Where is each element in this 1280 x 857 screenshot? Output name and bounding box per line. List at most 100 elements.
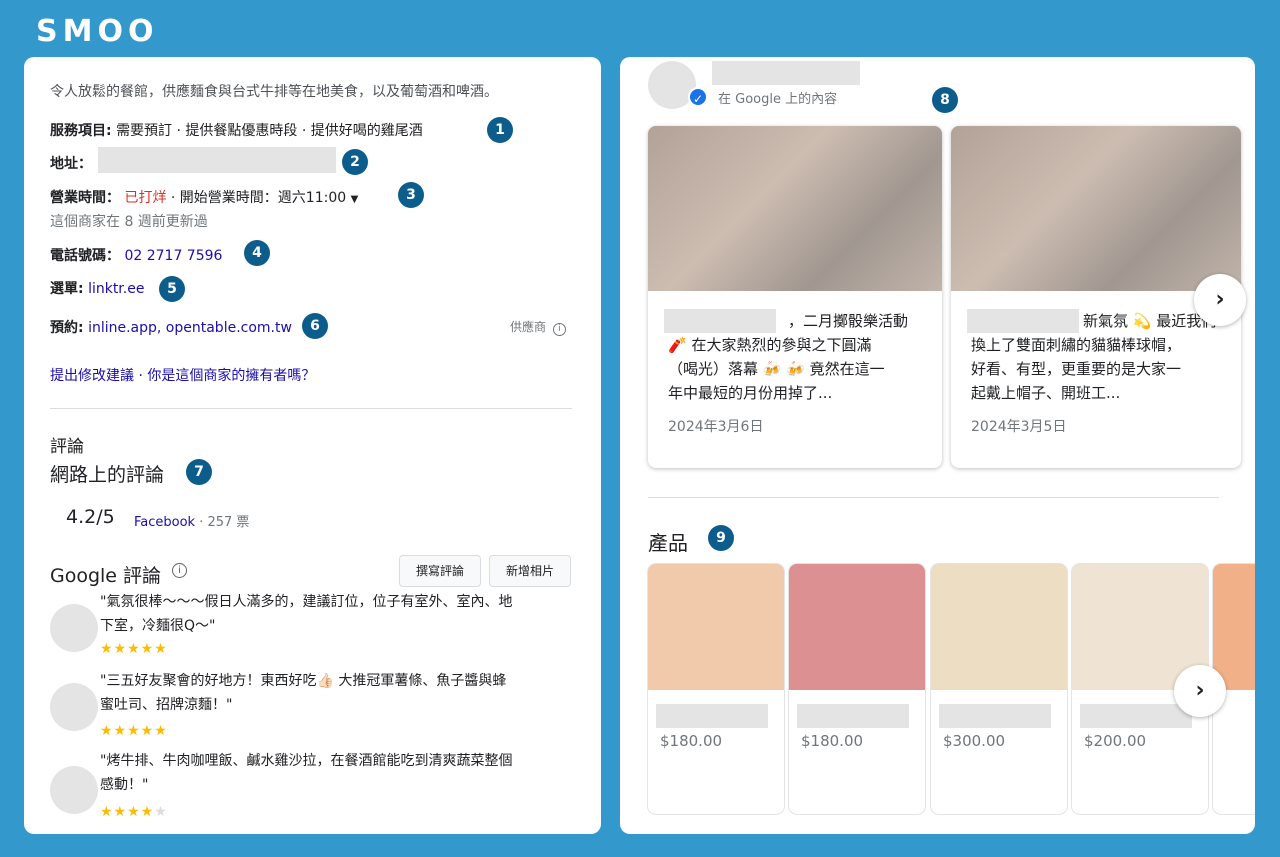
review-line: "三五好友聚會的好地方！東西好吃👍🏻 大推冠軍薯條、魚子醬與蜂 [100, 673, 507, 689]
google-posts-panel: ✓ 在 Google 上的內容 8 ，二月擲骰樂活動 🧨 在大家熱烈的參與之下圓… [620, 57, 1255, 834]
avatar[interactable] [50, 766, 98, 814]
product-name-redacted [939, 704, 1051, 728]
annotation-badge-9: 9 [708, 525, 734, 551]
info-icon[interactable]: i [172, 563, 187, 578]
booking-row: 預約: inline.app, opentable.com.tw [50, 317, 292, 337]
post-date: 2024年3月6日 [668, 419, 764, 435]
caret-down-icon[interactable]: ▼ [351, 194, 359, 205]
verified-icon: ✓ [688, 87, 708, 107]
hours-updated-note: 這個商家在 8 週前更新過 [50, 214, 208, 230]
post-date: 2024年3月5日 [971, 419, 1067, 435]
hours-label: 營業時間： [50, 190, 120, 206]
annotation-badge-4: 4 [244, 240, 270, 266]
review-line: 感動！" [100, 777, 149, 793]
source-label: 在 Google 上的內容 [718, 92, 838, 107]
hours-row[interactable]: 營業時間： 已打烊 · 開始營業時間：週六11:00 ▼ [50, 187, 358, 207]
facebook-link[interactable]: Facebook [134, 515, 195, 530]
product-price: $180.00 [801, 732, 864, 750]
reviews-heading: 評論 [50, 437, 84, 457]
business-name-redacted [712, 61, 860, 85]
products-heading: 產品 [648, 531, 688, 555]
post-line: 🧨 在大家熱烈的參與之下圓滿 [668, 336, 872, 354]
annotation-badge-7: 7 [186, 459, 212, 485]
product-image [789, 564, 925, 690]
avatar[interactable] [50, 604, 98, 652]
product-card[interactable]: $180.00 [648, 564, 784, 814]
product-image [931, 564, 1067, 690]
section-divider [50, 408, 572, 409]
address-redacted [98, 147, 336, 173]
add-photo-button[interactable]: 新增相片 [489, 555, 571, 587]
booking-link[interactable]: inline.app, opentable.com.tw [88, 320, 292, 336]
booking-label: 預約: [50, 320, 84, 336]
product-name-redacted [656, 704, 768, 728]
post-line: ，二月擲骰樂活動 [788, 312, 909, 330]
product-name-redacted [797, 704, 909, 728]
facebook-score: 4.2/5 [66, 506, 115, 528]
annotation-badge-1: 1 [487, 117, 513, 143]
section-divider [648, 497, 1219, 498]
annotation-badge-2: 2 [342, 149, 368, 175]
post-image [648, 126, 942, 291]
post-line: 好看、有型，更重要的是大家一 [971, 360, 1182, 378]
annotation-badge-3: 3 [398, 182, 424, 208]
provider-note[interactable]: 供應商 i [510, 318, 566, 336]
write-review-button[interactable]: 撰寫評論 [399, 555, 481, 587]
smoo-logo: SMOO [36, 14, 159, 49]
annotation-badge-6: 6 [302, 313, 328, 339]
services-row: 服務項目: 需要預訂 · 提供餐點優惠時段 · 提供好喝的雞尾酒 [50, 120, 423, 140]
chevron-right-icon[interactable]: › [1194, 274, 1246, 326]
post-line: （喝光）落幕 🍻 🍻 竟然在這一 [668, 360, 885, 378]
review-line: "烤牛排、牛肉咖哩飯、鹹水雞沙拉，在餐酒館能吃到清爽蔬菜整個 [100, 753, 513, 769]
review-line: "氣氛很棒～～～假日人滿多的，建議訂位，位子有室外、室內、地 [100, 594, 513, 610]
web-reviews-heading: 網路上的評論 [50, 464, 165, 486]
post-line: 新氣氛 💫 最近我們 [1083, 312, 1217, 330]
star-rating: ★★★★★ [100, 804, 168, 820]
post-line: 年中最短的月份用掉了... [668, 384, 833, 402]
suggest-edit-link[interactable]: 提出修改建議 · 你是這個商家的擁有者嗎？ [50, 365, 315, 385]
annotation-badge-5: 5 [159, 276, 185, 302]
hours-status: 已打烊 [124, 190, 167, 206]
review-text: "氣氛很棒～～～假日人滿多的，建議訂位，位子有室外、室內、地 下室，冷麵很Q～" [100, 590, 512, 638]
post-text: 新氣氛 💫 最近我們 換上了雙面刺繡的貓貓棒球帽， 好看、有型，更重要的是大家一… [971, 309, 1231, 405]
post-image [951, 126, 1241, 291]
post-line: 起戴上帽子、開班工... [971, 384, 1121, 402]
star-rating: ★★★★★ [100, 723, 168, 739]
info-icon[interactable]: i [552, 323, 566, 336]
google-reviews-heading: Google 評論 [50, 565, 162, 587]
menu-label: 選單: [50, 281, 84, 297]
product-image [1213, 564, 1255, 690]
product-name-redacted [1080, 704, 1192, 728]
services-value: 需要預訂 · 提供餐點優惠時段 · 提供好喝的雞尾酒 [116, 123, 423, 139]
product-price: $300.00 [943, 732, 1006, 750]
star-rating: ★★★★★ [100, 641, 168, 657]
menu-link[interactable]: linktr.ee [88, 281, 144, 297]
chevron-right-icon[interactable]: › [1174, 665, 1226, 717]
phone-row: 電話號碼： 02 2717 7596 [50, 245, 222, 265]
product-card[interactable]: $180.00 [789, 564, 925, 814]
facebook-rating-row: Facebook · 257 票 [134, 511, 249, 530]
product-image [648, 564, 784, 690]
review-line: 下室，冷麵很Q～" [100, 618, 216, 634]
business-description: 令人放鬆的餐館，供應麵食與台式牛排等在地美食，以及葡萄酒和啤酒。 [50, 84, 498, 100]
provider-label: 供應商 [510, 320, 547, 334]
avatar[interactable] [50, 683, 98, 731]
services-label: 服務項目: [50, 123, 112, 139]
product-price: $200.00 [1084, 732, 1147, 750]
post-line: 換上了雙面刺繡的貓貓棒球帽， [971, 336, 1182, 354]
business-info-panel: 令人放鬆的餐館，供應麵食與台式牛排等在地美食，以及葡萄酒和啤酒。 服務項目: 需… [24, 57, 601, 834]
address-label: 地址： [50, 156, 92, 172]
phone-label: 電話號碼： [50, 248, 120, 264]
hours-open-time: · 開始營業時間：週六11:00 [170, 190, 347, 206]
post-card[interactable]: ，二月擲骰樂活動 🧨 在大家熱烈的參與之下圓滿 （喝光）落幕 🍻 🍻 竟然在這一… [648, 126, 942, 468]
post-text: ，二月擲骰樂活動 🧨 在大家熱烈的參與之下圓滿 （喝光）落幕 🍻 🍻 竟然在這一… [668, 309, 928, 405]
phone-link[interactable]: 02 2717 7596 [124, 248, 222, 264]
product-price: $180.00 [660, 732, 723, 750]
review-text: "烤牛排、牛肉咖哩飯、鹹水雞沙拉，在餐酒館能吃到清爽蔬菜整個 感動！" [100, 749, 512, 797]
facebook-votes: · 257 票 [195, 515, 250, 530]
review-line: 蜜吐司、招牌涼麵！" [100, 697, 233, 713]
menu-row: 選單: linktr.ee [50, 278, 144, 298]
annotation-badge-8: 8 [932, 87, 958, 113]
product-card[interactable]: $300.00 [931, 564, 1067, 814]
review-text: "三五好友聚會的好地方！東西好吃👍🏻 大推冠軍薯條、魚子醬與蜂 蜜吐司、招牌涼麵… [100, 669, 506, 717]
